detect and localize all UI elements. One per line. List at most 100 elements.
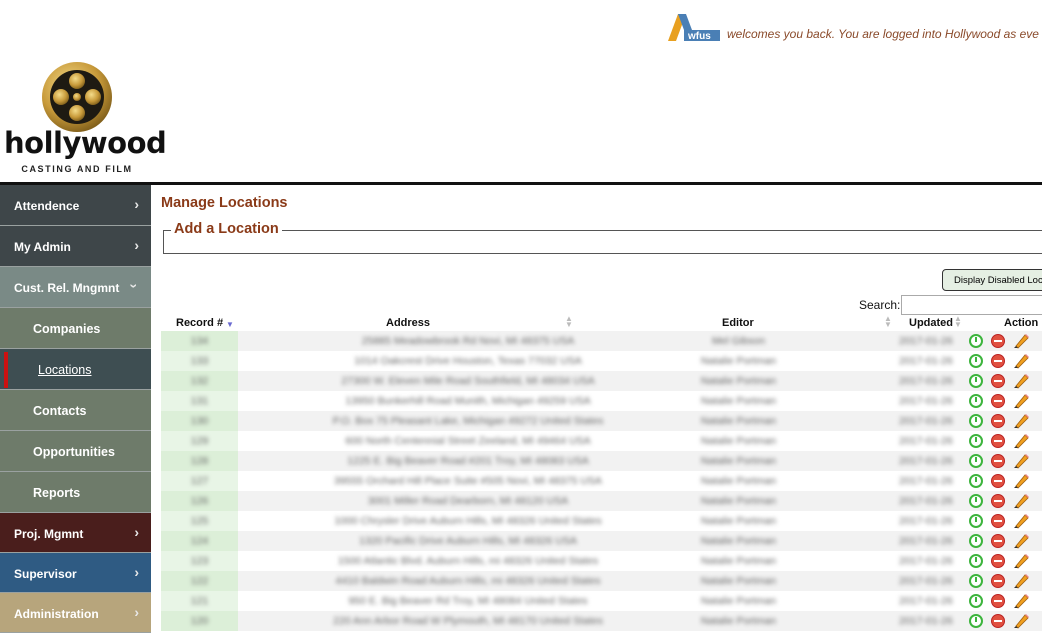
updated-cell: 2017-01-26 <box>899 475 953 487</box>
sidebar-item-reports[interactable]: Reports <box>0 472 151 513</box>
table-row: 129 600 North Centennial Street Zeeland, … <box>161 431 1042 451</box>
sidebar-item-cust-rel-mngmnt[interactable]: Cust. Rel. Mngmnt › <box>0 267 151 308</box>
disable-icon[interactable] <box>991 494 1005 508</box>
table-row: 133 1014 Oakcrest Drive Houston, Texas 77… <box>161 351 1042 371</box>
sidebar-item-label: Administration <box>14 607 99 621</box>
updated-cell: 2017-01-26 <box>899 435 953 447</box>
disable-icon[interactable] <box>991 354 1005 368</box>
wfus-logo: wfus <box>668 14 720 42</box>
disable-icon[interactable] <box>991 574 1005 588</box>
enable-power-icon[interactable] <box>969 434 983 448</box>
column-updated[interactable]: Updated <box>909 317 953 329</box>
disable-icon[interactable] <box>991 594 1005 608</box>
disable-icon[interactable] <box>991 454 1005 468</box>
disable-icon[interactable] <box>991 374 1005 388</box>
address-cell: 39555 Orchard Hill Place Suite #505 Novi… <box>334 475 602 487</box>
edit-pencil-icon[interactable] <box>1013 613 1029 629</box>
chevron-down-icon: › <box>126 283 143 289</box>
edit-pencil-icon[interactable] <box>1013 453 1029 469</box>
disable-icon[interactable] <box>991 514 1005 528</box>
sidebar-item-contacts[interactable]: Contacts <box>0 390 151 431</box>
edit-pencil-icon[interactable] <box>1013 473 1029 489</box>
disable-icon[interactable] <box>991 534 1005 548</box>
welcome-message: welcomes you back. You are logged into H… <box>727 27 1039 41</box>
enable-power-icon[interactable] <box>969 334 983 348</box>
edit-pencil-icon[interactable] <box>1013 413 1029 429</box>
search-input[interactable] <box>901 295 1042 315</box>
enable-power-icon[interactable] <box>969 534 983 548</box>
top-header: wfus welcomes you back. You are logged i… <box>0 0 1042 60</box>
column-address[interactable]: Address <box>386 317 430 329</box>
sidebar-item-my-admin[interactable]: My Admin › <box>0 226 151 267</box>
chevron-right-icon: › <box>134 564 139 580</box>
disable-icon[interactable] <box>991 474 1005 488</box>
wfus-logo-text: wfus <box>687 31 711 42</box>
column-editor[interactable]: Editor <box>722 317 754 329</box>
enable-power-icon[interactable] <box>969 594 983 608</box>
sort-icon: ▲ ▼ <box>565 314 573 329</box>
enable-power-icon[interactable] <box>969 354 983 368</box>
edit-pencil-icon[interactable] <box>1013 333 1029 349</box>
address-cell: 25885 Meadowbrook Rd Novi, MI 48375 USA <box>361 335 575 347</box>
sidebar-item-administration[interactable]: Administration › <box>0 593 151 633</box>
enable-power-icon[interactable] <box>969 514 983 528</box>
record-cell: 132 <box>161 371 238 391</box>
sidebar-item-opportunities[interactable]: Opportunities <box>0 431 151 472</box>
disable-icon[interactable] <box>991 554 1005 568</box>
updated-cell: 2017-01-26 <box>899 535 953 547</box>
display-disabled-button[interactable]: Display Disabled Locations <box>942 269 1042 291</box>
sidebar: Attendence › My Admin › Cust. Rel. Mngmn… <box>0 185 151 635</box>
updated-cell: 2017-01-26 <box>899 615 953 627</box>
enable-power-icon[interactable] <box>969 474 983 488</box>
address-cell: 220 Ann Arbor Road W Plymouth, MI 48170 … <box>333 615 603 627</box>
edit-pencil-icon[interactable] <box>1013 353 1029 369</box>
edit-pencil-icon[interactable] <box>1013 493 1029 509</box>
enable-power-icon[interactable] <box>969 574 983 588</box>
sidebar-item-supervisor[interactable]: Supervisor › <box>0 553 151 593</box>
enable-power-icon[interactable] <box>969 494 983 508</box>
enable-power-icon[interactable] <box>969 374 983 388</box>
editor-cell: Natalie Portman <box>700 435 777 447</box>
film-reel-icon <box>42 62 112 132</box>
updated-cell: 2017-01-26 <box>899 595 953 607</box>
disable-icon[interactable] <box>991 394 1005 408</box>
disable-icon[interactable] <box>991 334 1005 348</box>
record-cell: 120 <box>161 611 238 631</box>
editor-cell: Mel Gibson <box>711 335 766 347</box>
edit-pencil-icon[interactable] <box>1013 433 1029 449</box>
edit-pencil-icon[interactable] <box>1013 373 1029 389</box>
edit-pencil-icon[interactable] <box>1013 573 1029 589</box>
editor-cell: Natalie Portman <box>700 535 777 547</box>
page-title: Manage Locations <box>161 195 288 211</box>
enable-power-icon[interactable] <box>969 554 983 568</box>
edit-pencil-icon[interactable] <box>1013 553 1029 569</box>
sidebar-item-label: Attendence <box>14 199 80 213</box>
edit-pencil-icon[interactable] <box>1013 593 1029 609</box>
edit-pencil-icon[interactable] <box>1013 533 1029 549</box>
address-cell: 950 E. Big Beaver Rd Troy, MI 48084 Unit… <box>348 595 588 607</box>
record-cell: 123 <box>161 551 238 571</box>
enable-power-icon[interactable] <box>969 454 983 468</box>
table-row: 126 3001 Miller Road Dearborn, MI 48120 U… <box>161 491 1042 511</box>
disable-icon[interactable] <box>991 434 1005 448</box>
table-row: 132 27300 W. Eleven Mile Road Southfield,… <box>161 371 1042 391</box>
column-record[interactable]: Record # <box>176 317 223 329</box>
sidebar-item-companies[interactable]: Companies <box>0 308 151 349</box>
enable-power-icon[interactable] <box>969 614 983 628</box>
table-header: Record # ▼ Address ▲ ▼ Editor ▲ ▼ Updated … <box>161 315 1042 331</box>
add-location-legend[interactable]: Add a Location <box>171 221 282 237</box>
table-row: 124 1320 Pacific Drive Auburn Hills, MI 4… <box>161 531 1042 551</box>
sidebar-item-locations[interactable]: Locations <box>0 349 151 390</box>
sidebar-item-proj-mgmnt[interactable]: Proj. Mgmnt › <box>0 513 151 553</box>
record-cell: 131 <box>161 391 238 411</box>
address-cell: 3001 Miller Road Dearborn, MI 48120 USA <box>367 495 569 507</box>
updated-cell: 2017-01-26 <box>899 555 953 567</box>
enable-power-icon[interactable] <box>969 414 983 428</box>
enable-power-icon[interactable] <box>969 394 983 408</box>
edit-pencil-icon[interactable] <box>1013 393 1029 409</box>
editor-cell: Natalie Portman <box>700 575 777 587</box>
sidebar-item-attendence[interactable]: Attendence › <box>0 185 151 226</box>
disable-icon[interactable] <box>991 414 1005 428</box>
disable-icon[interactable] <box>991 614 1005 628</box>
edit-pencil-icon[interactable] <box>1013 513 1029 529</box>
